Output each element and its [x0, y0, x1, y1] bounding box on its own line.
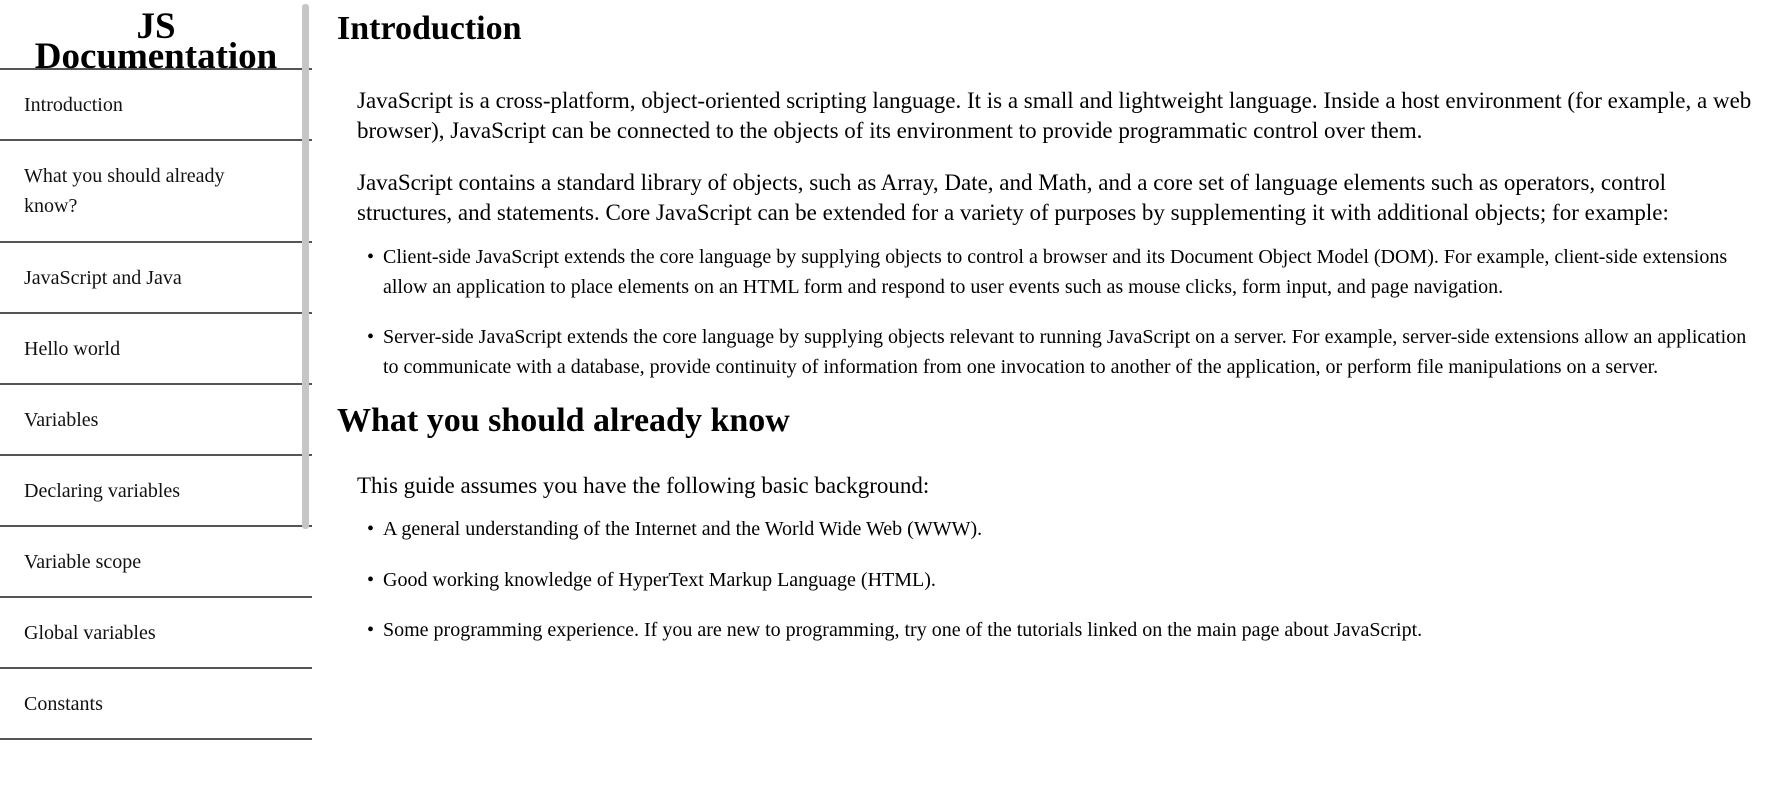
intro-bullet-list: Client-side JavaScript extends the core …	[337, 242, 1757, 382]
nav-link-introduction[interactable]: Introduction	[0, 70, 312, 141]
sidebar-nav: JS Documentation Introduction What you s…	[0, 0, 312, 788]
section-introduction: Introduction JavaScript is a cross-platf…	[337, 9, 1757, 382]
nav-list: Introduction What you should already kno…	[0, 70, 312, 740]
intro-paragraph-2: JavaScript contains a standard library o…	[357, 170, 1669, 225]
nav-link-variables[interactable]: Variables	[0, 385, 312, 456]
know-bullet-internet: A general understanding of the Internet …	[367, 514, 1757, 544]
nav-link-global-variables[interactable]: Global variables	[0, 598, 312, 669]
nav-header: JS Documentation	[0, 0, 312, 77]
nav-link-javascript-and-java[interactable]: JavaScript and Java	[0, 243, 312, 314]
know-bullet-programming: Some programming experience. If you are …	[367, 615, 1757, 645]
intro-paragraph-1: JavaScript is a cross-platform, object-o…	[357, 88, 1752, 143]
intro-bullet-server-side: Server-side JavaScript extends the core …	[367, 322, 1757, 382]
main-document: Introduction JavaScript is a cross-platf…	[337, 0, 1757, 645]
nav-title-line2: Documentation	[34, 36, 278, 77]
section-what-you-should-know: What you should already know This guide …	[337, 401, 1757, 645]
know-paragraph: This guide assumes you have the followin…	[357, 473, 930, 498]
nav-link-variable-scope[interactable]: Variable scope	[0, 527, 312, 598]
know-bullet-list: A general understanding of the Internet …	[337, 514, 1757, 645]
section-title-what-you-should-know: What you should already know	[337, 402, 790, 439]
nav-link-constants[interactable]: Constants	[0, 669, 312, 740]
nav-link-declaring-variables[interactable]: Declaring variables	[0, 456, 312, 527]
nav-link-hello-world[interactable]: Hello world	[0, 314, 312, 385]
nav-link-what-you-should-know[interactable]: What you should already know?	[0, 141, 312, 243]
section-title-introduction: Introduction	[337, 10, 522, 47]
know-bullet-html: Good working knowledge of HyperText Mark…	[367, 565, 1757, 595]
sidebar-scrollbar[interactable]	[302, 4, 309, 529]
intro-bullet-client-side: Client-side JavaScript extends the core …	[367, 242, 1757, 302]
